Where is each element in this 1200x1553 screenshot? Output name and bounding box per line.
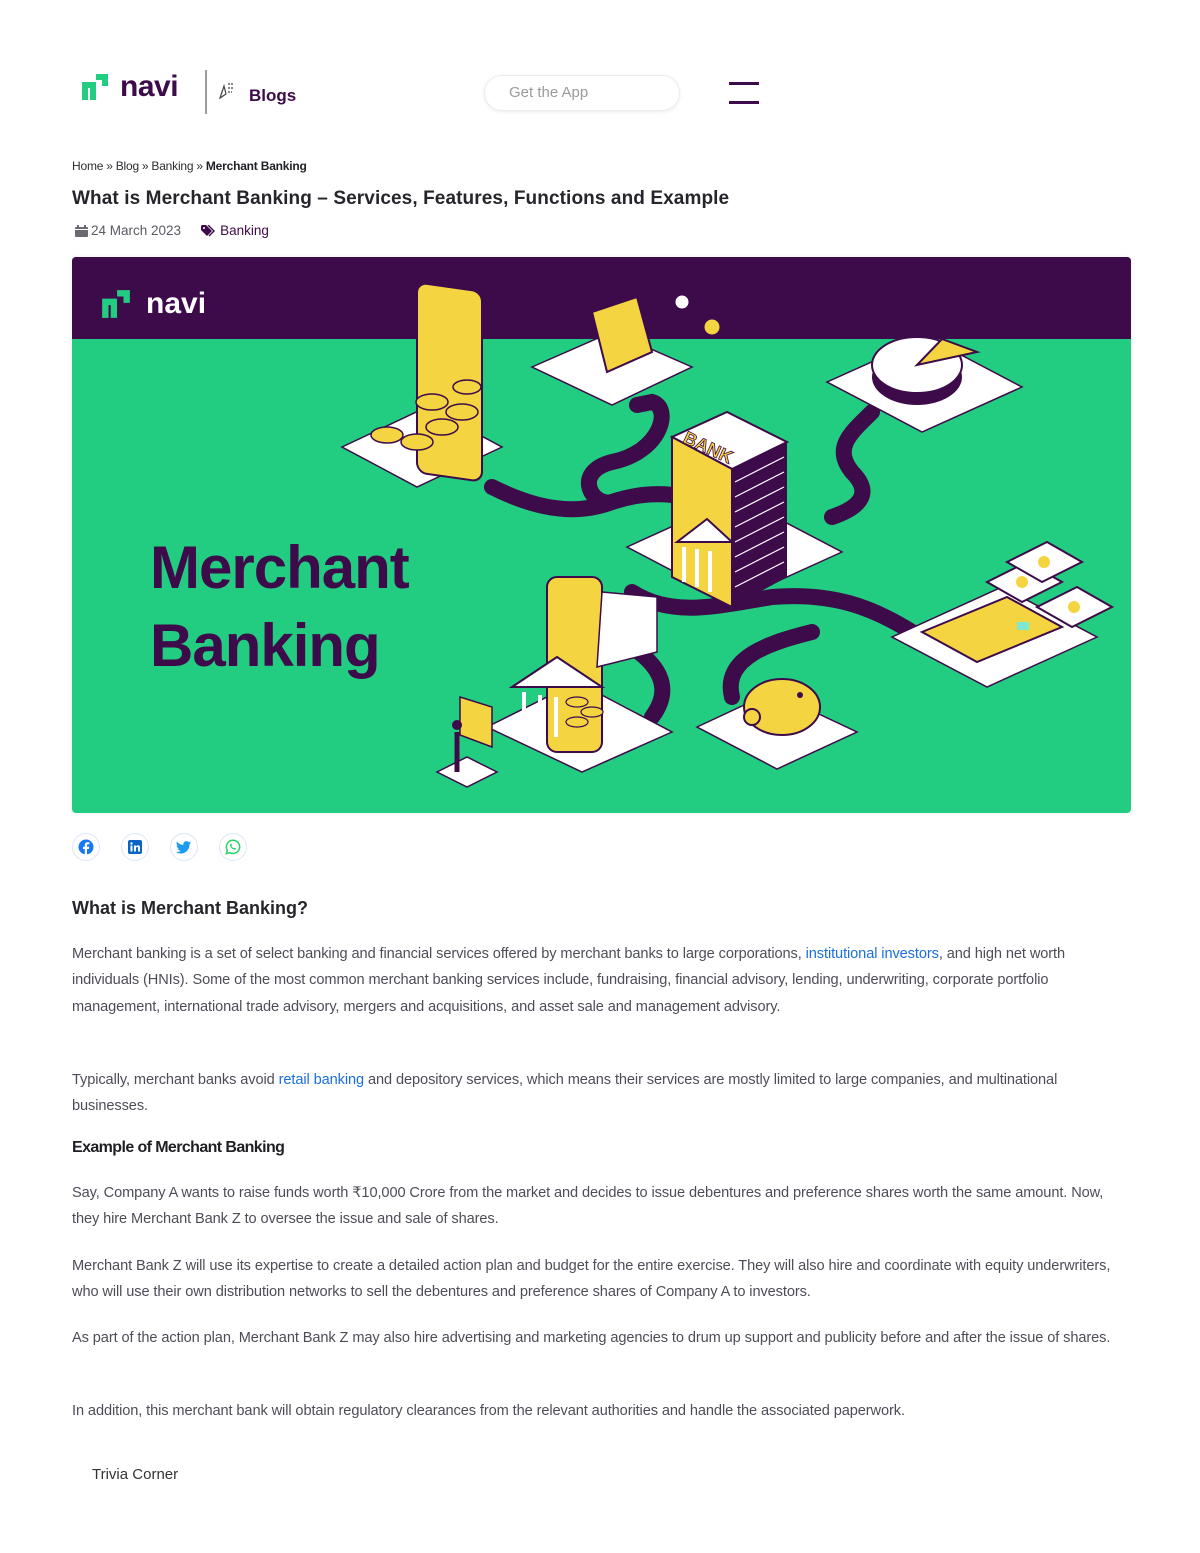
hamburger-menu-icon[interactable] [729, 80, 759, 108]
get-the-app-button[interactable]: Get the App [484, 75, 680, 111]
calendar-icon [75, 224, 88, 237]
whatsapp-icon [225, 839, 241, 855]
page-title: What is Merchant Banking – Services, Fea… [72, 188, 730, 209]
paragraph-retail: Typically, merchant banks avoid retail b… [72, 1067, 1134, 1120]
twitter-icon [176, 841, 191, 854]
paragraph-example-3: As part of the action plan, Merchant Ban… [72, 1330, 1111, 1346]
breadcrumb-separator: » [141, 159, 149, 173]
share-whatsapp-button[interactable] [219, 833, 247, 861]
logo-divider [205, 70, 207, 114]
navi-logo-icon [80, 72, 110, 102]
article-meta: 24 March 2023 Banking [75, 223, 269, 238]
trivia-corner-label: Trivia Corner [92, 1466, 179, 1483]
paragraph-example-1: Say, Company A wants to raise funds wort… [72, 1185, 1104, 1228]
hero-image: navi BANK Merchant Banking [72, 257, 1131, 813]
navi-logo-text: navi [120, 70, 179, 103]
category-link[interactable]: Banking [201, 223, 269, 238]
breadcrumb-separator: » [196, 159, 203, 173]
navi-logo-link[interactable]: navi [80, 70, 179, 103]
share-buttons [72, 833, 268, 861]
institutional-investors-link[interactable]: institutional investors [806, 946, 939, 962]
tag-icon [201, 224, 216, 236]
breadcrumb-blog[interactable]: Blog [116, 159, 139, 173]
section-heading-example: Example of Merchant Banking [72, 1139, 285, 1156]
publish-date-text: 24 March 2023 [91, 223, 182, 238]
paragraph-definition: Merchant banking is a set of select bank… [72, 941, 1134, 1020]
share-facebook-button[interactable] [72, 833, 100, 861]
category-label: Banking [220, 223, 269, 238]
linkedin-icon [128, 840, 142, 854]
section-heading-what-is: What is Merchant Banking? [72, 898, 309, 918]
breadcrumb: Home» Blog» Banking» Merchant Banking [72, 159, 307, 173]
blogs-section-label[interactable]: Blogs [249, 86, 296, 106]
hero-title-line2: Banking [150, 612, 381, 679]
breadcrumb-home[interactable]: Home [72, 159, 103, 173]
retail-banking-link[interactable]: retail banking [279, 1072, 365, 1088]
paragraph-example-4: In addition, this merchant bank will obt… [72, 1403, 905, 1419]
share-linkedin-button[interactable] [121, 833, 149, 861]
hero-title: Merchant Banking [150, 529, 410, 685]
breadcrumb-current: Merchant Banking [205, 159, 307, 173]
publish-date: 24 March 2023 [75, 223, 181, 238]
site-header: navi Blogs Get the App [0, 0, 1200, 140]
breadcrumb-separator: » [106, 159, 113, 173]
breadcrumb-banking[interactable]: Banking [151, 159, 193, 173]
paragraph-text: Typically, merchant banks avoid [72, 1072, 279, 1088]
paragraph-example-2: Merchant Bank Z will use its expertise t… [72, 1258, 1111, 1301]
paragraph-text: Merchant banking is a set of select bank… [72, 946, 806, 962]
hero-title-line1: Merchant [150, 534, 410, 601]
facebook-icon [78, 839, 94, 855]
blog-writing-icon [216, 80, 238, 102]
share-twitter-button[interactable] [170, 833, 198, 861]
